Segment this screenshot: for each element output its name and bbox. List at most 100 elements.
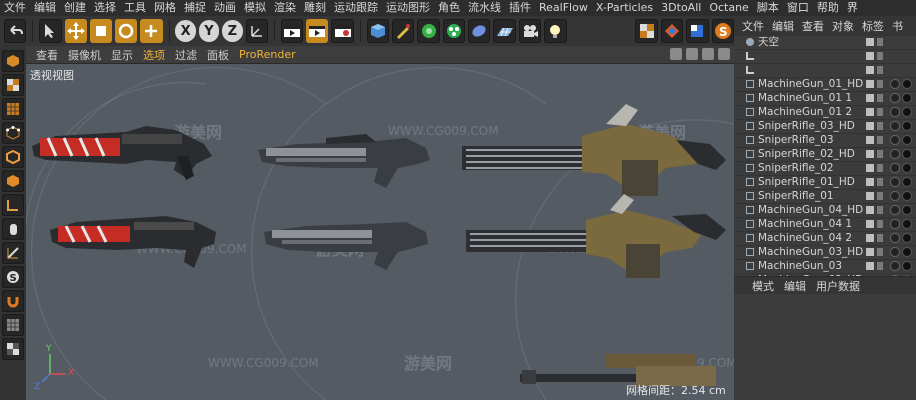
object-name[interactable]: MachineGun_01 1 <box>758 92 852 105</box>
x-axis-toggle[interactable]: X <box>175 20 196 42</box>
phong-tag-icon[interactable] <box>890 135 900 145</box>
om-menu-objects[interactable]: 对象 <box>832 18 854 34</box>
phong-tag-icon[interactable] <box>890 191 900 201</box>
render-settings-button[interactable] <box>331 19 354 43</box>
object-row[interactable]: SniperRifle_02 <box>734 162 916 176</box>
script-button[interactable]: S <box>711 19 734 43</box>
object-name[interactable]: SniperRifle_01_HD <box>758 176 855 189</box>
object-name[interactable]: MachineGun_03 <box>758 260 842 273</box>
material-tag-icon[interactable] <box>902 93 912 103</box>
object-name[interactable]: SniperRifle_03_HD <box>758 120 855 133</box>
visibility-toggle[interactable] <box>866 136 874 144</box>
zoom-view-icon[interactable] <box>686 48 698 60</box>
viewport-menu-panel[interactable]: 面板 <box>203 47 233 63</box>
floor-button[interactable] <box>493 19 516 43</box>
menu-item[interactable]: 文件 <box>0 0 30 16</box>
viewport-menu-view[interactable]: 查看 <box>32 47 62 63</box>
minigun-model[interactable] <box>462 104 726 196</box>
object-row[interactable]: SniperRifle_01 <box>734 190 916 204</box>
om-menu-tags[interactable]: 标签 <box>862 18 884 34</box>
viewport-menu-filter[interactable]: 过滤 <box>171 47 201 63</box>
menu-item[interactable]: 帮助 <box>813 0 843 16</box>
visibility-toggle[interactable] <box>866 220 874 228</box>
visibility-toggle[interactable] <box>866 164 874 172</box>
render-dots[interactable] <box>877 150 883 158</box>
object-name[interactable]: MachineGun_04_HD <box>758 204 863 217</box>
z-axis-toggle[interactable]: Z <box>222 20 243 42</box>
material-tag-icon[interactable] <box>902 205 912 215</box>
texture-mode-button[interactable] <box>2 74 24 96</box>
menu-item[interactable]: 选择 <box>90 0 120 16</box>
menu-item[interactable]: 窗口 <box>783 0 813 16</box>
object-row[interactable]: MachineGun_04_HD <box>734 204 916 218</box>
object-name[interactable]: SniperRifle_02 <box>758 162 834 175</box>
visibility-toggle[interactable] <box>866 178 874 186</box>
material-tag-icon[interactable] <box>902 79 912 89</box>
red-rifle-model[interactable] <box>50 216 216 268</box>
visibility-toggle[interactable] <box>866 38 874 46</box>
phong-tag-icon[interactable] <box>890 177 900 187</box>
object-name[interactable]: MachineGun_01 2 <box>758 106 852 119</box>
render-dots[interactable] <box>877 248 883 256</box>
viewport-menu-display[interactable]: 显示 <box>107 47 137 63</box>
red-rifle-model[interactable] <box>32 126 212 180</box>
tweak-mode-button[interactable] <box>2 218 24 240</box>
object-row[interactable]: MachineGun_01_HD <box>734 78 916 92</box>
cube-blue-button[interactable] <box>686 19 709 43</box>
move-view-icon[interactable] <box>670 48 682 60</box>
menu-item[interactable]: 渲染 <box>270 0 300 16</box>
coordinate-system-button[interactable] <box>245 19 268 43</box>
cloner-button[interactable] <box>442 19 466 43</box>
object-row[interactable]: SniperRifle_03 <box>734 134 916 148</box>
material-tag-icon[interactable] <box>902 107 912 117</box>
spline-pen-button[interactable] <box>392 19 415 43</box>
phong-tag-icon[interactable] <box>890 205 900 215</box>
menu-item[interactable]: 脚本 <box>753 0 783 16</box>
render-dots[interactable] <box>877 234 883 242</box>
object-name[interactable]: MachineGun_04 2 <box>758 232 852 245</box>
material-tag-icon[interactable] <box>902 261 912 271</box>
render-dots[interactable] <box>877 80 883 88</box>
material-tag-icon[interactable] <box>902 191 912 201</box>
object-row[interactable]: 天空 <box>734 36 916 50</box>
points-mode-button[interactable] <box>2 122 24 144</box>
snap-button[interactable] <box>2 242 24 264</box>
camera-button[interactable] <box>518 19 542 43</box>
visibility-toggle[interactable] <box>866 192 874 200</box>
menu-item[interactable]: 流水线 <box>464 0 505 16</box>
phong-tag-icon[interactable] <box>890 121 900 131</box>
phong-tag-icon[interactable] <box>890 149 900 159</box>
am-menu-mode[interactable]: 模式 <box>752 278 774 294</box>
render-view-button[interactable] <box>280 19 304 43</box>
om-menu-file[interactable]: 文件 <box>742 18 764 34</box>
object-row[interactable]: MachineGun_04 2 <box>734 232 916 246</box>
object-row[interactable]: MachineGun_03 <box>734 260 916 274</box>
object-row[interactable]: SniperRifle_01_HD <box>734 176 916 190</box>
menu-item[interactable]: 雕刻 <box>300 0 330 16</box>
visibility-toggle[interactable] <box>866 150 874 158</box>
menu-item[interactable]: 插件 <box>505 0 535 16</box>
object-row[interactable]: SniperRifle_03_HD <box>734 120 916 134</box>
minigun-model[interactable] <box>466 194 726 278</box>
render-dots[interactable] <box>877 262 883 270</box>
object-row[interactable]: MachineGun_04 1 <box>734 218 916 232</box>
render-dots[interactable] <box>877 164 883 172</box>
menu-item[interactable]: 角色 <box>434 0 464 16</box>
object-row[interactable] <box>734 64 916 78</box>
material-tag-icon[interactable] <box>902 135 912 145</box>
viewport-menu-options[interactable]: 选项 <box>139 47 169 63</box>
material-tag-icon[interactable] <box>902 121 912 131</box>
menu-item[interactable]: 创建 <box>60 0 90 16</box>
y-axis-toggle[interactable]: Y <box>198 20 220 42</box>
object-name[interactable]: SniperRifle_03 <box>758 134 834 147</box>
edges-mode-button[interactable] <box>2 146 24 168</box>
phong-tag-icon[interactable] <box>890 107 900 117</box>
workplane-button[interactable] <box>2 98 24 120</box>
object-name[interactable]: SniperRifle_01 <box>758 190 834 203</box>
render-picture-viewer-button[interactable] <box>306 19 329 43</box>
render-dots[interactable] <box>877 178 883 186</box>
om-menu-edit[interactable]: 编辑 <box>772 18 794 34</box>
render-dots[interactable] <box>877 122 883 130</box>
menu-item[interactable]: 运动跟踪 <box>330 0 382 16</box>
material-tag-icon[interactable] <box>902 163 912 173</box>
